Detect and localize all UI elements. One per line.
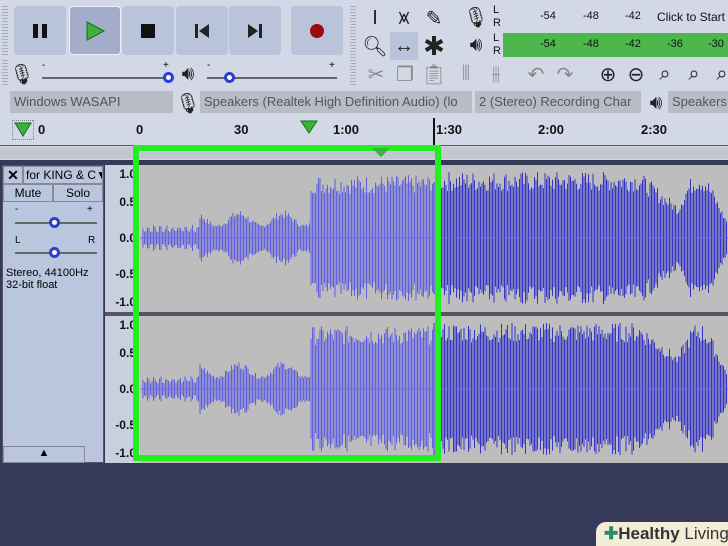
gain-max-label: + [87, 204, 93, 215]
meter-tick: -48 [583, 10, 599, 22]
redo-icon[interactable]: ↷ [551, 60, 579, 88]
stop-button[interactable] [122, 6, 174, 55]
meter-tick: -54 [540, 10, 556, 22]
track-name-menu[interactable]: for KING & C▼ [23, 166, 103, 184]
record-volume-mic-icon: 🎙︎ [9, 63, 35, 86]
skip-start-icon [195, 23, 209, 38]
time-shift-tool-icon[interactable]: ↔ [390, 32, 418, 60]
record-volume-slider[interactable] [42, 77, 170, 79]
recording-channels-select[interactable]: 2 (Stereo) Recording Char [475, 91, 641, 113]
recording-device-mic-icon: 🎙︎ [175, 92, 201, 115]
audio-host-select[interactable]: Windows WASAPI [10, 91, 173, 113]
channel-label: R [493, 45, 501, 57]
pan-left-label: L [15, 235, 21, 246]
track-name: for KING & C [26, 168, 97, 182]
zoom-toggle-icon[interactable]: ⌕ [708, 60, 728, 88]
zoom-tool-icon[interactable]: 🔍︎ [361, 32, 389, 60]
ruler-tick: 1:30 [436, 122, 463, 137]
skip-end-icon [248, 23, 262, 38]
playback-meter[interactable]: -54 -48 -42 -36 -30 [503, 33, 728, 57]
watermark-text: Living [684, 524, 728, 543]
collapse-track-button[interactable]: ▲ [3, 446, 85, 463]
channel-label: L [493, 32, 500, 44]
pause-button[interactable] [14, 6, 66, 55]
meter-tick: -42 [625, 10, 641, 22]
skip-to-start-button[interactable] [176, 6, 228, 55]
watermark-bold: Healthy [618, 524, 680, 543]
fit-project-icon[interactable]: ⌕ [680, 60, 708, 88]
solo-button[interactable]: Solo [53, 184, 103, 202]
cut-icon[interactable]: ✂ [362, 60, 390, 88]
slider-min-label: - [42, 60, 46, 71]
paste-icon[interactable]: 📋︎ [420, 60, 448, 88]
meter-tick: -54 [540, 38, 556, 50]
zoom-in-icon[interactable]: ⊕ [594, 60, 622, 88]
draw-tool-icon[interactable]: ✎ [420, 4, 448, 32]
playback-volume-knob[interactable] [224, 72, 235, 83]
pin-playhead-icon[interactable] [12, 120, 34, 140]
slider-min-label: - [207, 60, 211, 71]
record-meter[interactable]: -54 -48 -42 Click to Start M [503, 5, 728, 29]
skip-to-end-button[interactable] [229, 6, 281, 55]
toolbar-grip[interactable] [2, 6, 8, 56]
stop-icon [141, 23, 155, 38]
envelope-tool-icon[interactable]: ⩙ [390, 4, 418, 32]
ruler-tick: 1:00 [333, 122, 360, 137]
pause-icon [33, 23, 47, 38]
plus-logo-icon: ✚ [604, 524, 619, 543]
timeline-ruler[interactable] [0, 116, 728, 146]
channel-label: R [493, 17, 501, 29]
undo-icon[interactable]: ↶ [522, 60, 550, 88]
meter-tick: -30 [708, 38, 724, 50]
trim-icon[interactable]: ⫴ [452, 60, 480, 88]
ruler-tick: 30 [234, 122, 249, 137]
pan-right-label: R [88, 235, 96, 246]
pan-knob[interactable] [49, 247, 60, 258]
watermark: ✚Healthy Living [596, 522, 728, 546]
slider-max-label: + [163, 60, 169, 71]
zoom-out-icon[interactable]: ⊖ [622, 60, 650, 88]
selection-highlight-box [133, 145, 441, 461]
meter-tick: -48 [583, 38, 599, 50]
meter-tick: -36 [667, 38, 683, 50]
play-button[interactable] [69, 6, 121, 55]
close-track-button[interactable]: ✕ [3, 166, 23, 184]
play-icon [86, 20, 105, 41]
ruler-tick: 2:30 [641, 122, 668, 137]
ruler-tick: 0 [38, 122, 46, 137]
record-volume-knob[interactable] [163, 72, 174, 83]
channel-label: L [493, 4, 500, 16]
fit-selection-icon[interactable]: ⌕ [651, 60, 679, 88]
track-bit-depth: 32-bit float [6, 279, 58, 291]
playback-device-speaker-icon: 🔊︎ [649, 91, 663, 114]
track-format: Stereo, 44100Hz [6, 267, 89, 279]
ruler-tick: 2:00 [538, 122, 565, 137]
record-meter-mic-icon[interactable]: 🎙︎ [462, 3, 490, 31]
recording-device-select[interactable]: Speakers (Realtek High Definition Audio)… [200, 91, 472, 113]
silence-icon[interactable]: ⫵ [482, 60, 510, 88]
play-meter-speaker-icon[interactable]: 🔊︎ [462, 31, 490, 59]
playback-volume-speaker-icon: 🔊︎ [181, 62, 195, 85]
play-head-marker-icon[interactable] [300, 120, 318, 134]
record-button[interactable] [291, 6, 343, 55]
cursor-line [433, 118, 435, 146]
multi-tool-icon[interactable]: ✱ [420, 31, 448, 61]
slider-max-label: + [329, 60, 335, 71]
collapse-arrow-icon: ▲ [38, 447, 50, 459]
gain-min-label: - [15, 204, 19, 215]
meter-start-prompt[interactable]: Click to Start M [657, 10, 728, 24]
ruler-tick: 0 [136, 122, 144, 137]
mute-button[interactable]: Mute [3, 184, 53, 202]
record-icon [310, 23, 324, 38]
dropdown-arrow-icon: ▼ [96, 168, 102, 182]
copy-icon[interactable]: ❐ [391, 60, 419, 88]
gain-knob[interactable] [49, 217, 60, 228]
playback-device-select[interactable]: Speakers ( [668, 91, 728, 113]
meter-tick: -42 [625, 38, 641, 50]
selection-marker-icon [372, 148, 390, 157]
selection-tool-icon[interactable]: I [361, 4, 389, 32]
toolbar-grip[interactable] [350, 6, 356, 86]
track-control-panel: ✕ for KING & C▼ Mute Solo - + L R Stereo… [2, 165, 104, 463]
